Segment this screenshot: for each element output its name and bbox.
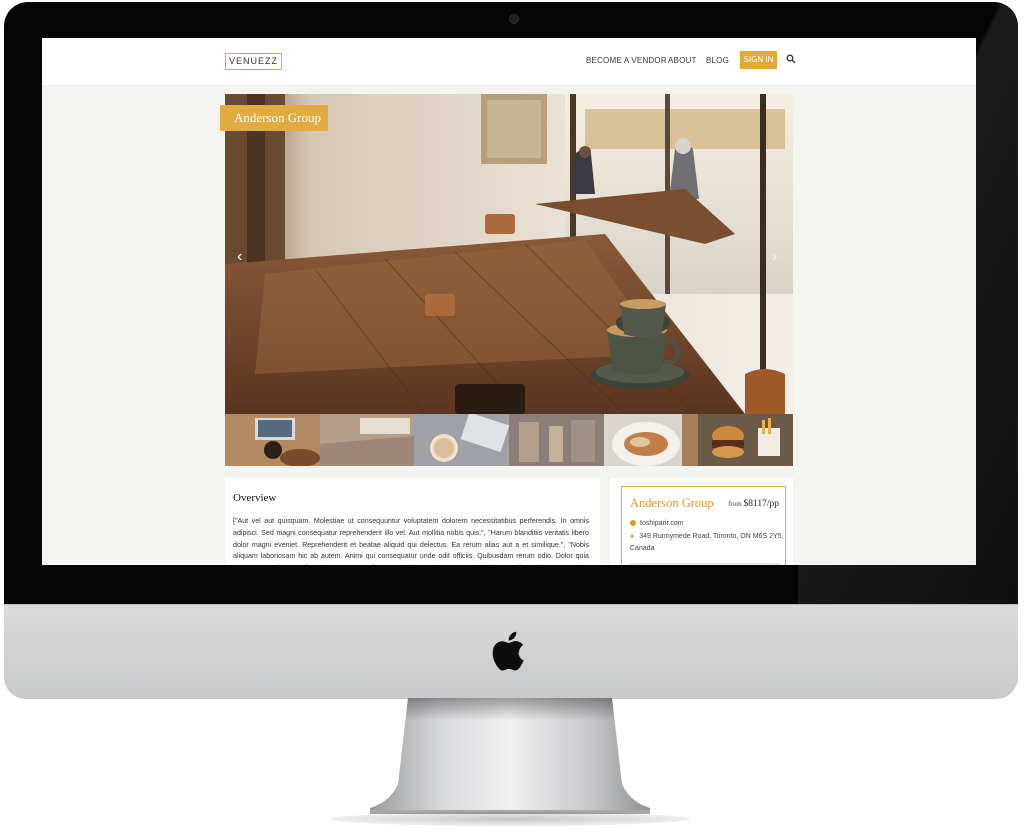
hero-gallery-image (225, 94, 793, 414)
venue-price: from $8117/pp (728, 499, 779, 509)
venue-name-tag: Anderson Group (220, 105, 328, 131)
gallery-prev-arrow[interactable]: ‹ (237, 249, 247, 265)
search-icon[interactable] (786, 54, 796, 64)
site-header: VENUEZZ BECOME A VENDOR ABOUT BLOG SIGN … (42, 38, 976, 86)
thumbnail-cafe-table[interactable] (319, 414, 415, 466)
imac-stand (370, 698, 650, 814)
venuezz-logo[interactable]: VENUEZZ (225, 53, 283, 70)
venue-map[interactable] (630, 563, 780, 565)
venue-card-title: Anderson Group (630, 496, 714, 510)
website-icon (630, 520, 636, 526)
overview-text: ["Aut vel aut quisquam. Molestiae ut con… (233, 517, 589, 565)
venue-sidebar: Anderson Group from $8117/pp toshiparir.… (610, 478, 793, 565)
cafe-table-photo (225, 94, 793, 414)
price-amount: $8117/pp (743, 499, 779, 509)
venue-address: 349 Runnymede Road, Toronto, ON M6S 2Y5,… (630, 533, 784, 552)
thumbnail-latte[interactable] (414, 414, 510, 466)
gallery-next-arrow[interactable]: › (772, 249, 782, 265)
sign-in-button[interactable]: SIGN IN (740, 51, 777, 69)
thumbnail-restaurant-hall[interactable] (509, 414, 604, 466)
overview-title: Overview (233, 492, 277, 504)
venue-info-card: Anderson Group from $8117/pp toshiparir.… (621, 486, 786, 565)
screen: VENUEZZ BECOME A VENDOR ABOUT BLOG SIGN … (42, 38, 976, 565)
thumbnail-laptop-coffee[interactable] (225, 414, 320, 466)
nav-become-vendor[interactable]: BECOME A VENDOR (586, 52, 667, 70)
nav-about[interactable]: ABOUT (668, 52, 697, 70)
gallery-thumbnails (225, 414, 794, 466)
apple-logo-icon (492, 631, 524, 671)
camera-icon (509, 14, 519, 24)
thumbnail-burgers[interactable] (698, 414, 794, 466)
nav-blog[interactable]: BLOG (706, 52, 729, 70)
venue-address-row: ● 349 Runnymede Road, Toronto, ON M6S 2Y5… (630, 531, 785, 555)
location-pin-icon: ● (630, 533, 635, 540)
price-prefix: from (728, 500, 742, 508)
venue-website[interactable]: toshiparir.com (640, 520, 684, 527)
overview-panel: Overview ["Aut vel aut quisquam. Molesti… (225, 478, 600, 565)
stand-shadow (330, 812, 690, 826)
thumbnail-salad-plate[interactable] (603, 414, 699, 466)
